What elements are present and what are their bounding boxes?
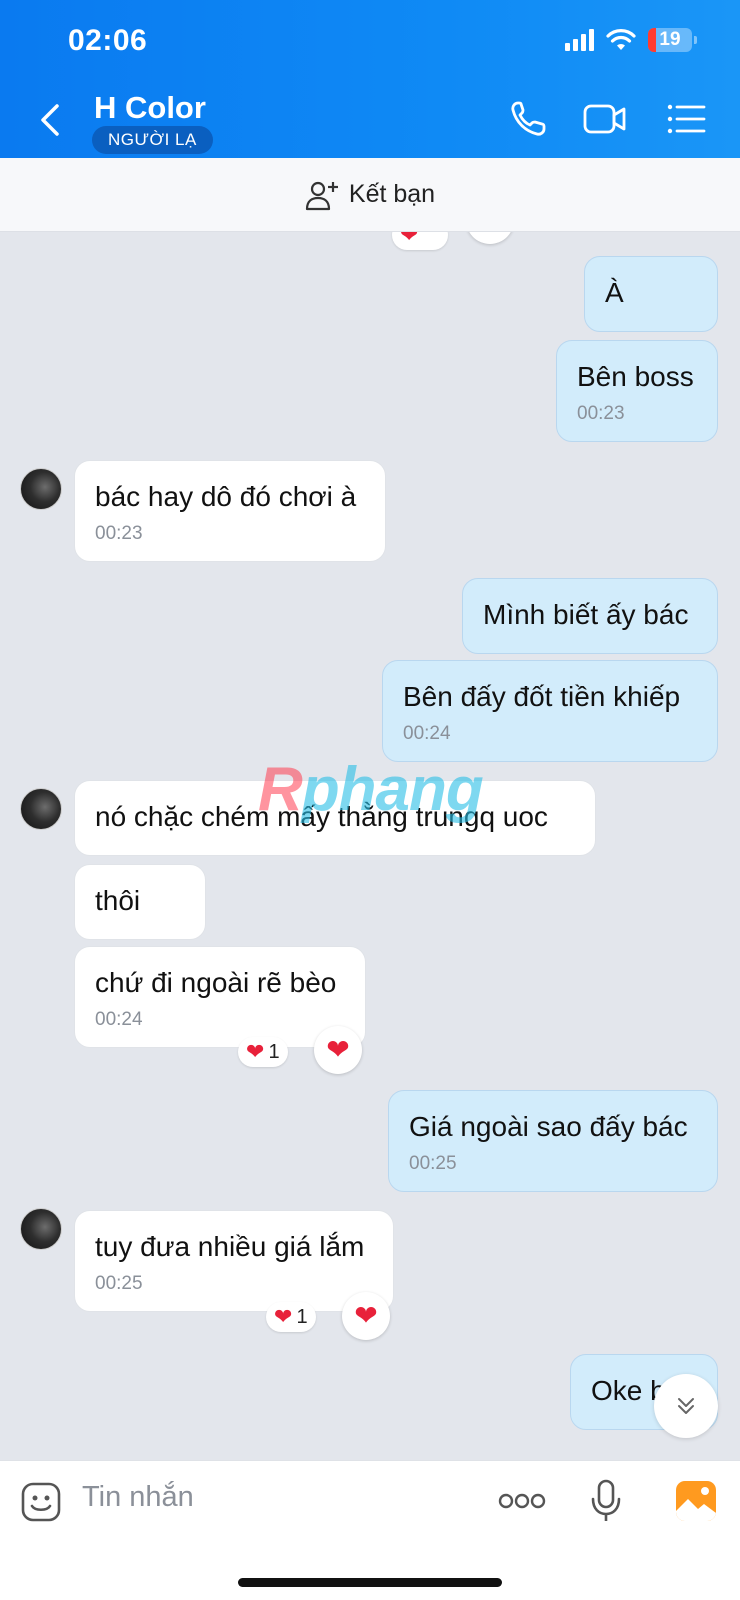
wifi-icon [606, 29, 636, 50]
video-call-icon[interactable] [582, 98, 628, 140]
reaction-count[interactable]: ❤ 1 [266, 1302, 316, 1332]
chevron-down-icon [678, 1398, 694, 1414]
composer-bar: Tin nhắn [0, 1460, 740, 1600]
react-button[interactable]: ❤ [342, 1292, 390, 1340]
add-friend-label: Kết bạn [348, 180, 436, 208]
heart-icon[interactable]: ❤ [466, 232, 514, 244]
heart-icon: ❤ [246, 1039, 265, 1064]
microphone-icon[interactable] [590, 1479, 622, 1523]
status-indicators: 19 [565, 28, 697, 52]
battery-indicator: 19 [648, 28, 697, 52]
add-friend-bar[interactable]: Kết bạn [0, 158, 740, 232]
avatar[interactable] [20, 468, 62, 510]
chat-header: 02:06 19 H Color NGƯỜI LẠ [0, 0, 740, 158]
avatar[interactable] [20, 788, 62, 830]
message-bubble-out[interactable]: À [584, 256, 718, 332]
react-button[interactable]: ❤ [314, 1026, 362, 1074]
image-icon[interactable] [674, 1479, 718, 1523]
back-icon[interactable] [30, 98, 70, 142]
message-input[interactable]: Tin nhắn [82, 1481, 194, 1514]
menu-icon[interactable] [664, 98, 710, 140]
heart-icon: ❤ [274, 1304, 293, 1329]
sticker-icon[interactable] [20, 1481, 62, 1523]
more-icon[interactable] [498, 1491, 546, 1511]
chat-title[interactable]: H Color [94, 90, 206, 126]
watermark-logo: Rphang [258, 755, 484, 824]
add-friend-icon [305, 181, 338, 210]
message-bubble-in[interactable]: bác hay dô đó chơi à 00:23 [74, 460, 386, 562]
reaction-count[interactable]: ❤ [392, 232, 448, 250]
message-bubble-out[interactable]: Mình biết ấy bác [462, 578, 718, 654]
message-bubble-out[interactable]: Bên boss 00:23 [556, 340, 718, 442]
heart-icon: ❤ [326, 1034, 350, 1065]
message-bubble-in[interactable]: thôi [74, 864, 206, 940]
home-indicator[interactable] [238, 1578, 502, 1587]
status-time: 02:06 [68, 24, 148, 57]
avatar[interactable] [20, 1208, 62, 1250]
heart-icon: ❤ [354, 1300, 378, 1331]
scroll-down-button[interactable] [654, 1374, 718, 1438]
message-bubble-in[interactable]: tuy đưa nhiều giá lắm 00:25 [74, 1210, 394, 1312]
signal-icon [565, 29, 594, 51]
message-bubble-out[interactable]: Giá ngoài sao đấy bác 00:25 [388, 1090, 718, 1192]
stranger-badge: NGƯỜI LẠ [92, 126, 213, 154]
phone-icon[interactable] [506, 98, 552, 140]
reaction-count[interactable]: ❤ 1 [238, 1037, 288, 1067]
message-list[interactable]: ❤ ❤ À Bên boss 00:23 bác hay dô đó chơi … [0, 232, 740, 1460]
message-bubble-out[interactable]: Bên đấy đốt tiền khiếp 00:24 [382, 660, 718, 762]
